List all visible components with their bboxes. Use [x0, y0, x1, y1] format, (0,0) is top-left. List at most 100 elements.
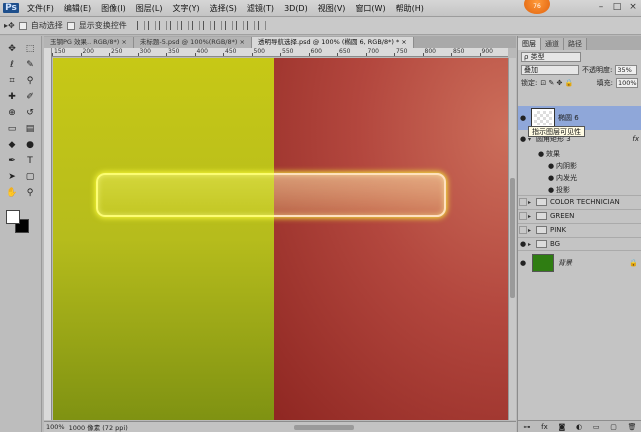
- group-row[interactable]: ▸ PINK: [518, 223, 641, 236]
- lasso-icon[interactable]: ℓ: [5, 58, 19, 72]
- vertical-scroll-thumb[interactable]: [510, 178, 515, 298]
- menu-window[interactable]: 窗口(W): [350, 3, 390, 14]
- blend-mode-select[interactable]: 叠加: [521, 64, 579, 75]
- quick-select-icon[interactable]: ✎: [23, 58, 37, 72]
- align-top-icon[interactable]: [136, 21, 145, 30]
- menu-filter[interactable]: 滤镜(T): [242, 3, 279, 14]
- shape-icon[interactable]: ▢: [23, 170, 37, 184]
- menu-help[interactable]: 帮助(H): [391, 3, 429, 14]
- minimize-button[interactable]: –: [595, 2, 607, 14]
- menu-layer[interactable]: 图层(L): [131, 3, 168, 14]
- move-icon[interactable]: ✥: [5, 42, 19, 56]
- canvas[interactable]: [53, 58, 508, 420]
- eyedropper-icon[interactable]: ⚲: [23, 74, 37, 88]
- kind-filter-select[interactable]: ρ 类型: [521, 51, 581, 62]
- horizontal-scroll-thumb[interactable]: [294, 425, 354, 430]
- eye-icon[interactable]: ●: [518, 135, 528, 143]
- gradient-icon[interactable]: ▤: [23, 122, 37, 136]
- distribute-3-icon[interactable]: [224, 21, 233, 30]
- group-row[interactable]: ▸ GREEN: [518, 209, 641, 222]
- fill-input[interactable]: 100%: [616, 77, 638, 88]
- eye-icon[interactable]: ●: [518, 240, 528, 248]
- menu-view[interactable]: 视图(V): [313, 3, 351, 14]
- vertical-scrollbar[interactable]: [508, 58, 516, 420]
- document-tabs: 玉钢PG 效果.. RGB/8*) × 未标题-5.psd @ 100%(RGB…: [44, 36, 516, 48]
- maximize-button[interactable]: □: [611, 2, 623, 14]
- healing-icon[interactable]: ✚: [5, 90, 19, 104]
- tab-channels[interactable]: 通道: [541, 38, 564, 50]
- menu-file[interactable]: 文件(F): [22, 3, 59, 14]
- hand-icon[interactable]: ✋: [5, 186, 19, 200]
- background-layer-row[interactable]: ● 背景 🔒: [518, 250, 641, 274]
- ruler-tick-label: 550: [282, 48, 294, 55]
- distribute-6-icon[interactable]: [257, 21, 266, 30]
- eye-icon[interactable]: ●: [536, 150, 546, 158]
- tab-layers[interactable]: 图层: [518, 38, 541, 50]
- mask-icon[interactable]: ◙: [558, 423, 565, 431]
- effect-row[interactable]: ● 内发光: [518, 172, 641, 183]
- menu-3d[interactable]: 3D(D): [279, 4, 313, 13]
- opacity-input[interactable]: 35%: [615, 64, 638, 75]
- marquee-icon[interactable]: ⬚: [23, 42, 37, 56]
- doc-tab-1[interactable]: 玉钢PG 效果.. RGB/8*) ×: [44, 37, 134, 48]
- effect-row[interactable]: ● 内阴影: [518, 160, 641, 171]
- trash-icon[interactable]: 🗑: [628, 423, 637, 431]
- ruler-tick: [308, 53, 310, 56]
- close-button[interactable]: ×: [627, 2, 639, 14]
- path-select-icon[interactable]: ➤: [5, 170, 19, 184]
- doc-tab-2[interactable]: 未标题-5.psd @ 100%(RGB/8*) ×: [133, 37, 252, 48]
- menu-select[interactable]: 选择(S): [205, 3, 242, 14]
- foreground-color-swatch[interactable]: [6, 210, 20, 224]
- distribute-4-icon[interactable]: [235, 21, 244, 30]
- zoom-level[interactable]: 100%: [46, 423, 65, 431]
- zoom-icon[interactable]: ⚲: [23, 186, 37, 200]
- effect-row[interactable]: ● 投影: [518, 184, 641, 195]
- brush-icon[interactable]: ✐: [23, 90, 37, 104]
- doc-tab-active[interactable]: 透明导航选择.psd @ 100% (椭圆 6, RGB/8*) * ×: [251, 37, 414, 48]
- expand-icon[interactable]: ▸: [528, 227, 536, 234]
- eye-icon[interactable]: ●: [518, 259, 528, 267]
- align-left-icon[interactable]: [169, 21, 178, 30]
- menu-type[interactable]: 文字(Y): [167, 3, 204, 14]
- eye-icon[interactable]: ●: [546, 186, 556, 194]
- expand-icon[interactable]: ▸: [528, 241, 536, 248]
- distribute-5-icon[interactable]: [246, 21, 255, 30]
- visibility-box[interactable]: [519, 212, 527, 220]
- align-hcenter-icon[interactable]: [180, 21, 189, 30]
- align-vcenter-icon[interactable]: [147, 21, 156, 30]
- lock-icons[interactable]: ⊡ ✎ ✥ 🔒: [540, 79, 573, 87]
- align-right-icon[interactable]: [191, 21, 200, 30]
- expand-icon[interactable]: ▸: [528, 213, 536, 220]
- blur-icon[interactable]: ◆: [5, 138, 19, 152]
- visibility-box[interactable]: [519, 226, 527, 234]
- align-bottom-icon[interactable]: [158, 21, 167, 30]
- group-row[interactable]: ▸ COLOR TECHNICIAN: [518, 195, 641, 208]
- fx-icon[interactable]: fx: [541, 423, 548, 431]
- visibility-box[interactable]: [519, 198, 527, 206]
- show-transform-checkbox[interactable]: [66, 21, 75, 30]
- menu-edit[interactable]: 编辑(E): [59, 3, 96, 14]
- distribute-1-icon[interactable]: [202, 21, 211, 30]
- auto-select-checkbox[interactable]: [18, 21, 27, 30]
- group-row[interactable]: ● ▸ BG: [518, 237, 641, 250]
- link-icon[interactable]: ⊶: [523, 423, 530, 431]
- effects-row[interactable]: ● 效果: [518, 148, 641, 159]
- eye-icon[interactable]: ●: [518, 114, 528, 122]
- eye-icon[interactable]: ●: [546, 162, 556, 170]
- new-layer-icon[interactable]: ▢: [610, 423, 617, 431]
- clone-icon[interactable]: ⊕: [5, 106, 19, 120]
- distribute-2-icon[interactable]: [213, 21, 222, 30]
- expand-icon[interactable]: ▸: [528, 199, 536, 206]
- move-tool-icon[interactable]: ▸✥: [4, 21, 15, 30]
- tab-paths[interactable]: 路径: [564, 38, 587, 50]
- dodge-icon[interactable]: ●: [23, 138, 37, 152]
- crop-icon[interactable]: ⌗: [5, 74, 19, 88]
- pen-icon[interactable]: ✒: [5, 154, 19, 168]
- adjust-icon[interactable]: ◐: [576, 423, 582, 431]
- eraser-icon[interactable]: ▭: [5, 122, 19, 136]
- menu-image[interactable]: 图像(I): [96, 3, 131, 14]
- type-icon[interactable]: T: [23, 154, 37, 168]
- history-icon[interactable]: ↺: [23, 106, 37, 120]
- eye-icon[interactable]: ●: [546, 174, 556, 182]
- group-icon[interactable]: ▭: [593, 423, 600, 431]
